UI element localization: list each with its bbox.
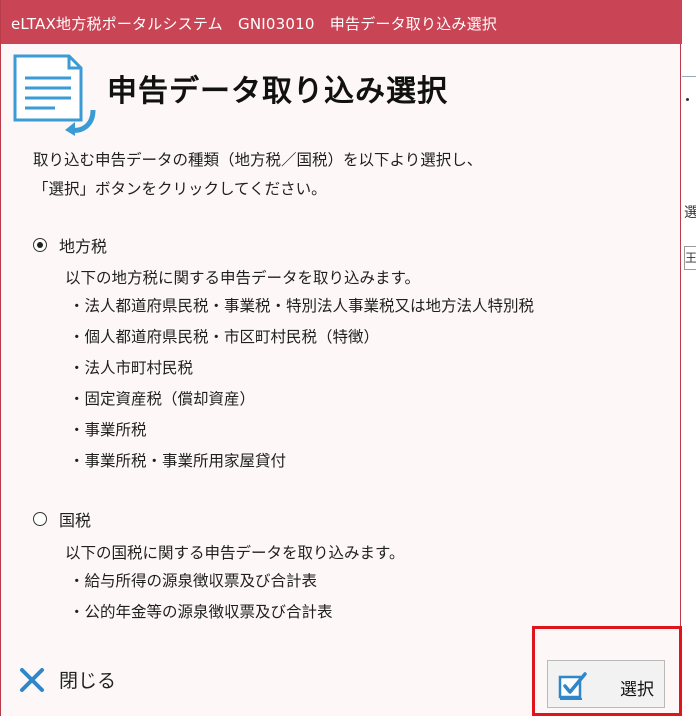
background-dot xyxy=(686,98,689,101)
radio-option-local-tax[interactable]: 地方税 xyxy=(33,233,107,257)
title-bar[interactable]: eLTAX地方税ポータルシステム GNI03010 申告データ取り込み選択 xyxy=(1,0,682,44)
close-button-label[interactable]: 閉じる xyxy=(59,666,116,693)
list-item: ・公的年金等の源泉徴収票及び合計表 xyxy=(69,603,333,621)
list-item: ・法人市町村民税 xyxy=(69,359,194,377)
radio-label-local-tax[interactable]: 地方税 xyxy=(59,233,107,257)
list-item: ・給与所得の源泉徴収票及び合計表 xyxy=(69,572,318,590)
radio-button-local-tax[interactable] xyxy=(33,238,47,252)
local-tax-item-list: ・法人都道府県民税・事業税・特別法人事業税又は地方法人特別税 ・個人都道府県民税… xyxy=(69,291,534,477)
instruction-line: 「選択」ボタンをクリックしてください。 xyxy=(33,180,327,198)
instructions-text: 取り込む申告データの種類（地方税／国税）を以下より選択し、 「選択」ボタンをクリ… xyxy=(33,146,482,204)
radio-option-national-tax[interactable]: 国税 xyxy=(33,507,91,531)
import-selection-dialog: eLTAX地方税ポータルシステム GNI03010 申告データ取り込み選択 申告… xyxy=(0,0,682,716)
background-text-fragment: 選 xyxy=(684,205,696,221)
background-divider xyxy=(682,76,696,77)
list-item: ・事業所税 xyxy=(69,421,147,439)
list-item: ・固定資産税（償却資産） xyxy=(69,390,256,408)
list-item: ・法人都道府県民税・事業税・特別法人事業税又は地方法人特別税 xyxy=(69,297,535,315)
national-tax-item-list: ・給与所得の源泉徴収票及び合計表 ・公的年金等の源泉徴収票及び合計表 xyxy=(69,566,333,628)
window-title: eLTAX地方税ポータルシステム GNI03010 申告データ取り込み選択 xyxy=(11,15,497,33)
background-field-text: 王 xyxy=(685,251,696,265)
radio-button-national-tax[interactable] xyxy=(33,512,47,526)
page-title: 申告データ取り込み選択 xyxy=(107,74,448,109)
close-icon xyxy=(20,667,44,692)
list-item: ・事業所税・事業所用家屋貸付 xyxy=(69,452,287,470)
national-tax-description: 以下の国税に関する申告データを取り込みます。 xyxy=(65,544,405,562)
close-button[interactable]: 閉じる xyxy=(19,666,116,693)
list-item: ・個人都道府県民税・市区町村民税（特徴） xyxy=(69,328,380,346)
local-tax-description: 以下の地方税に関する申告データを取り込みます。 xyxy=(65,269,420,287)
background-window: 選 王 xyxy=(682,0,696,716)
radio-label-national-tax[interactable]: 国税 xyxy=(59,507,91,531)
document-import-icon xyxy=(13,54,96,136)
instruction-line: 取り込む申告データの種類（地方税／国税）を以下より選択し、 xyxy=(33,151,483,169)
select-button-highlight-box xyxy=(532,626,682,716)
